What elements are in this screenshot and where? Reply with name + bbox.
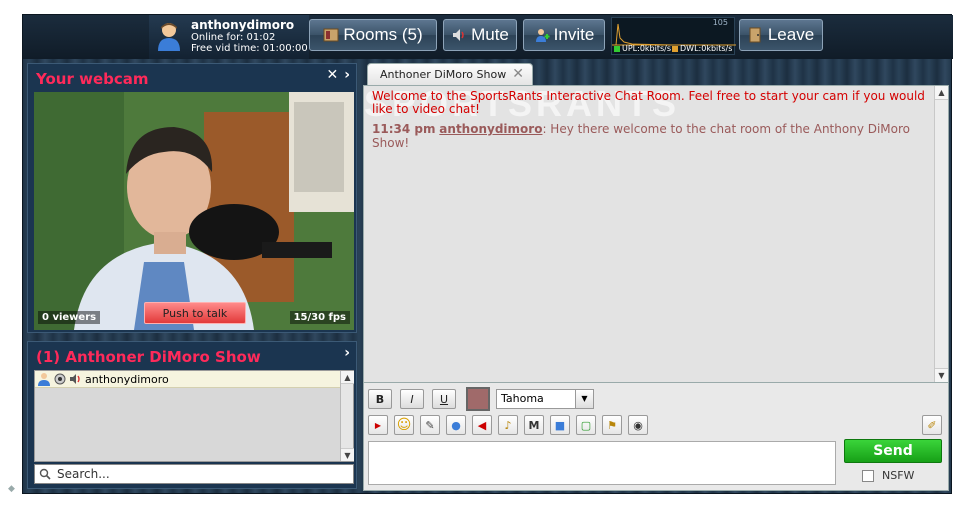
free-vid-time: Free vid time: 01:00:00 [191,43,308,54]
invite-button[interactable]: Invite [523,19,605,51]
close-tab-icon[interactable]: ✕ [512,64,524,85]
chat-message: 11:34 pm anthonydimoro: Hey there welcom… [372,122,948,150]
mute-button[interactable]: Mute [443,19,517,51]
italic-button[interactable]: I [400,389,424,409]
user-name: anthonydimoro [85,372,169,386]
clear-icon[interactable]: ✐ [922,415,942,435]
search-placeholder: Search... [57,467,110,481]
user-avatar-icon [158,23,180,51]
scroll-down-icon[interactable]: ▼ [341,448,354,461]
camera-icon[interactable]: ◉ [628,415,648,435]
download-swatch [672,45,678,52]
chat-messages-area: SPORTSRANTS Welcome to the SportsRants I… [363,85,949,383]
nsfw-toggle[interactable]: NSFW [862,469,914,482]
webcam-icon [54,373,66,385]
user-list-scrollbar[interactable]: ▲ ▼ [340,371,354,461]
bold-button[interactable]: B [368,389,392,409]
search-icon [39,468,51,480]
tab-chat-room[interactable]: Anthoner DiMoro Show ✕ [367,63,533,85]
chevron-right-icon[interactable]: › [344,345,350,361]
chat-panel: Anthoner DiMoro Show ✕ SPORTSRANTS Welco… [363,61,949,491]
font-value: Tahoma [501,392,544,405]
push-to-talk-button[interactable]: Push to talk [144,302,246,324]
brush-icon[interactable]: ✎ [420,415,440,435]
webcam-video[interactable]: 0 viewers Push to talk 15/30 fps [34,92,354,330]
upload-swatch [614,45,620,52]
mute-label: Mute [471,25,509,44]
user-info: anthonydimoro Online for: 01:02 Free vid… [149,15,309,59]
broom-icon[interactable]: ⚑ [602,415,622,435]
sound-icon[interactable]: ◀ [472,415,492,435]
room-users-panel: (1) Anthoner DiMoro Show › anthonydimoro [27,341,357,489]
message-time: 11:34 pm [372,122,436,136]
webcam-title: Your webcam [36,70,149,88]
rooms-icon [323,28,339,42]
underline-button[interactable]: U [432,389,456,409]
message-user[interactable]: anthonydimoro [439,122,542,136]
tab-label: Anthoner DiMoro Show [380,68,507,81]
leave-label: Leave [767,25,815,44]
room-controls: › [344,345,350,361]
speaker-icon [70,374,80,384]
chevron-down-icon[interactable]: ▼ [575,390,593,408]
bandwidth-meter: 105 UPL:0kbits/s DWL:0kbits/s [611,17,736,55]
upload-label: UPL:0kbits/s [622,44,672,53]
webcam-panel: Your webcam ✕ › 0 viewers Push to talk 1… [27,63,357,333]
window-icon[interactable]: ■ [550,415,570,435]
speech-bubble-icon[interactable]: ● [446,415,466,435]
compose-area: B I U Tahoma ▼ ▶ ☺ ✎ ● ◀ ♪ M ■ ▢ ⚑ ◉ ✐ S… [363,383,949,491]
gmail-icon[interactable]: M [524,415,544,435]
close-icon[interactable]: ✕ [326,67,338,83]
rooms-label: Rooms (5) [343,25,423,44]
welcome-message: Welcome to the SportsRants Interactive C… [372,89,925,116]
webcam-frame-image [34,92,354,330]
username: anthonydimoro [191,18,295,32]
fps-display: 15/30 fps [289,311,350,324]
chat-bubble-icon[interactable]: ▢ [576,415,596,435]
door-icon [749,27,761,43]
download-label: DWL:0kbits/s [680,44,733,53]
user-icon [38,373,50,386]
chevron-right-icon[interactable]: › [344,67,350,83]
download-rate: DWL:0kbits/s [672,44,732,53]
top-bar: anthonydimoro Online for: 01:02 Free vid… [23,15,953,59]
text-color-button[interactable] [466,387,490,411]
smiley-icon[interactable]: ☺ [394,415,414,435]
leave-button[interactable]: Leave [739,19,823,51]
room-title: (1) Anthoner DiMoro Show [36,348,261,366]
app-window: anthonydimoro Online for: 01:02 Free vid… [22,14,953,494]
note-icon[interactable]: ♪ [498,415,518,435]
upload-rate: UPL:0kbits/s [614,44,671,53]
app-logo: ◆ [8,484,15,494]
speaker-icon [453,29,464,41]
nsfw-checkbox[interactable] [862,469,874,482]
rooms-button[interactable]: Rooms (5) [309,19,437,51]
invite-icon [535,29,550,42]
scroll-down-icon[interactable]: ▼ [935,368,948,382]
send-button[interactable]: Send [844,439,942,463]
online-for: Online for: 01:02 [191,32,276,43]
user-list-item[interactable]: anthonydimoro [35,371,353,388]
youtube-icon[interactable]: ▶ [368,415,388,435]
scroll-up-icon[interactable]: ▲ [935,86,948,100]
user-search-field[interactable]: Search... [34,464,354,484]
chat-scrollbar[interactable]: ▲ ▼ [934,86,948,382]
user-list: anthonydimoro ▲ ▼ [34,370,354,462]
invite-label: Invite [553,25,595,44]
font-select[interactable]: Tahoma ▼ [496,389,594,409]
viewers-count: 0 viewers [38,311,101,324]
nsfw-label: NSFW [882,469,915,482]
message-input[interactable] [368,441,836,485]
webcam-controls: ✕ › [326,67,350,83]
meter-value: 105 [712,18,728,27]
scroll-up-icon[interactable]: ▲ [341,371,354,384]
